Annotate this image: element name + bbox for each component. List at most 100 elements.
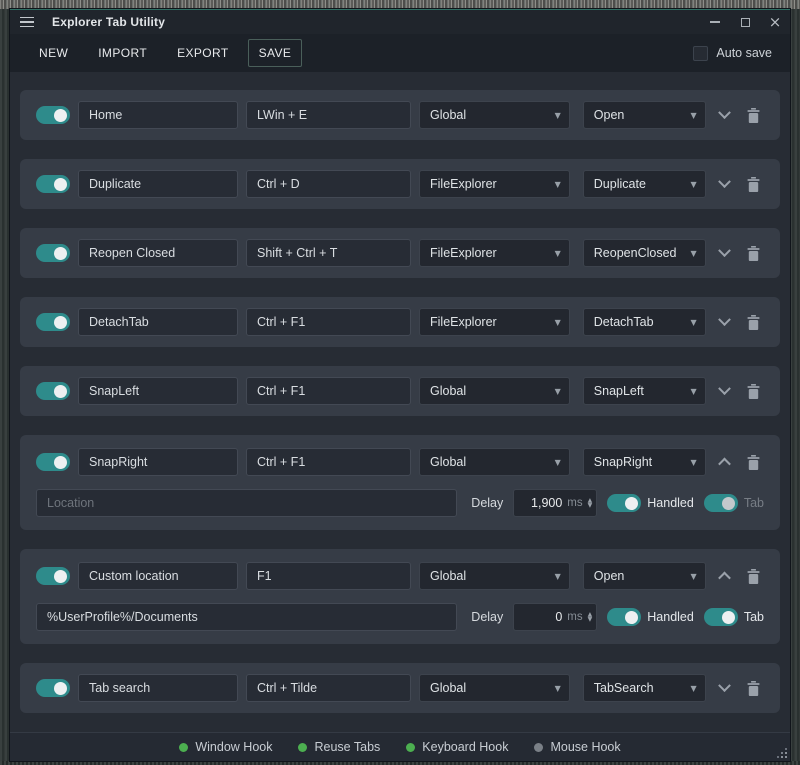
- action-select[interactable]: Duplicate ▼: [583, 170, 706, 198]
- hotkey-name-input[interactable]: [78, 448, 238, 476]
- delete-button[interactable]: [743, 172, 764, 196]
- chevron-down-icon: ▼: [555, 572, 561, 581]
- chevron-down-icon: ▼: [555, 684, 561, 693]
- expand-button[interactable]: [714, 450, 735, 474]
- expand-button[interactable]: [714, 172, 735, 196]
- minimize-icon[interactable]: [700, 10, 730, 34]
- chevron-down-icon: ▼: [691, 318, 697, 327]
- expand-button[interactable]: [714, 103, 735, 127]
- hotkey-combo-input[interactable]: [246, 674, 411, 702]
- delete-button[interactable]: [743, 450, 764, 474]
- status-item[interactable]: Window Hook: [179, 740, 272, 754]
- scope-select[interactable]: FileExplorer ▼: [419, 308, 570, 336]
- hotkey-row-main: Global ▼ TabSearch ▼: [36, 674, 764, 702]
- action-select[interactable]: Open ▼: [583, 562, 706, 590]
- delete-button[interactable]: [743, 103, 764, 127]
- status-item[interactable]: Mouse Hook: [534, 740, 620, 754]
- scope-select[interactable]: Global ▼: [419, 101, 570, 129]
- handled-toggle[interactable]: [607, 494, 641, 512]
- autosave-label: Auto save: [716, 46, 772, 60]
- hotkey-combo-input[interactable]: [246, 448, 411, 476]
- enable-toggle[interactable]: [36, 244, 70, 262]
- expand-button[interactable]: [714, 379, 735, 403]
- scope-select[interactable]: FileExplorer ▼: [419, 239, 570, 267]
- hotkey-name-input[interactable]: [78, 377, 238, 405]
- hotkey-name-input[interactable]: [78, 562, 238, 590]
- tab-toggle[interactable]: [704, 494, 738, 512]
- screen: Explorer Tab Utility × NEW IMPORT EXPORT…: [0, 0, 800, 765]
- hotkey-row-main: FileExplorer ▼ Duplicate ▼: [36, 170, 764, 198]
- hotkey-combo-input[interactable]: [246, 377, 411, 405]
- hotkey-row-main: Global ▼ Open ▼: [36, 562, 764, 590]
- hotkey-name-input[interactable]: [78, 239, 238, 267]
- enable-toggle[interactable]: [36, 453, 70, 471]
- window-controls: ×: [700, 10, 790, 34]
- action-select[interactable]: DetachTab ▼: [583, 308, 706, 336]
- enable-toggle[interactable]: [36, 567, 70, 585]
- number-spinner[interactable]: ▲ ▼: [588, 498, 593, 509]
- scope-select[interactable]: FileExplorer ▼: [419, 170, 570, 198]
- enable-toggle[interactable]: [36, 175, 70, 193]
- scope-select[interactable]: Global ▼: [419, 674, 570, 702]
- spinner-down-icon[interactable]: ▼: [588, 617, 593, 623]
- enable-toggle[interactable]: [36, 679, 70, 697]
- location-input[interactable]: [36, 489, 457, 517]
- hotkey-combo-input[interactable]: [246, 239, 411, 267]
- hotkey-combo-input[interactable]: [246, 562, 411, 590]
- expand-button[interactable]: [714, 676, 735, 700]
- enable-toggle[interactable]: [36, 106, 70, 124]
- import-button[interactable]: IMPORT: [87, 39, 158, 67]
- hotkey-name-input[interactable]: [78, 101, 238, 129]
- number-spinner[interactable]: ▲ ▼: [588, 612, 593, 623]
- handled-toggle[interactable]: [607, 608, 641, 626]
- status-item[interactable]: Keyboard Hook: [406, 740, 508, 754]
- hotkey-combo-input[interactable]: [246, 101, 411, 129]
- delay-input[interactable]: 0 ms ▲ ▼: [513, 603, 597, 631]
- action-select[interactable]: Open ▼: [583, 101, 706, 129]
- expand-button[interactable]: [714, 241, 735, 265]
- chevron-down-icon: [718, 106, 731, 119]
- hamburger-menu-icon[interactable]: [20, 13, 46, 31]
- chevron-down-icon: [718, 313, 731, 326]
- enable-toggle[interactable]: [36, 382, 70, 400]
- status-item[interactable]: Reuse Tabs: [298, 740, 380, 754]
- expand-button[interactable]: [714, 564, 735, 588]
- new-button[interactable]: NEW: [28, 39, 79, 67]
- scope-select[interactable]: Global ▼: [419, 562, 570, 590]
- hotkey-combo-input[interactable]: [246, 308, 411, 336]
- tab-toggle[interactable]: [704, 608, 738, 626]
- hotkey-name-input[interactable]: [78, 170, 238, 198]
- export-button[interactable]: EXPORT: [166, 39, 240, 67]
- delete-button[interactable]: [743, 379, 764, 403]
- spinner-down-icon[interactable]: ▼: [588, 503, 593, 509]
- delete-button[interactable]: [743, 676, 764, 700]
- resize-grip[interactable]: [777, 748, 787, 758]
- action-select[interactable]: SnapRight ▼: [583, 448, 706, 476]
- action-select[interactable]: SnapLeft ▼: [583, 377, 706, 405]
- action-value: ReopenClosed: [594, 246, 685, 260]
- delete-button[interactable]: [743, 241, 764, 265]
- hotkey-combo-input[interactable]: [246, 170, 411, 198]
- scope-select[interactable]: Global ▼: [419, 377, 570, 405]
- autosave-checkbox[interactable]: [693, 46, 708, 61]
- chevron-down-icon: ▼: [691, 458, 697, 467]
- save-button[interactable]: SAVE: [248, 39, 303, 67]
- hotkey-name-input[interactable]: [78, 674, 238, 702]
- chevron-down-icon: ▼: [555, 387, 561, 396]
- action-select[interactable]: TabSearch ▼: [583, 674, 706, 702]
- delay-input[interactable]: 1,900 ms ▲ ▼: [513, 489, 597, 517]
- scope-value: Global: [430, 455, 549, 469]
- enable-toggle[interactable]: [36, 313, 70, 331]
- delete-button[interactable]: [743, 564, 764, 588]
- scope-value: Global: [430, 108, 549, 122]
- chevron-down-icon: ▼: [555, 249, 561, 258]
- location-input[interactable]: [36, 603, 457, 631]
- hotkey-name-input[interactable]: [78, 308, 238, 336]
- hotkey-row-main: Global ▼ SnapLeft ▼: [36, 377, 764, 405]
- scope-select[interactable]: Global ▼: [419, 448, 570, 476]
- close-icon[interactable]: ×: [760, 10, 790, 34]
- delete-button[interactable]: [743, 310, 764, 334]
- maximize-icon[interactable]: [730, 10, 760, 34]
- expand-button[interactable]: [714, 310, 735, 334]
- action-select[interactable]: ReopenClosed ▼: [583, 239, 706, 267]
